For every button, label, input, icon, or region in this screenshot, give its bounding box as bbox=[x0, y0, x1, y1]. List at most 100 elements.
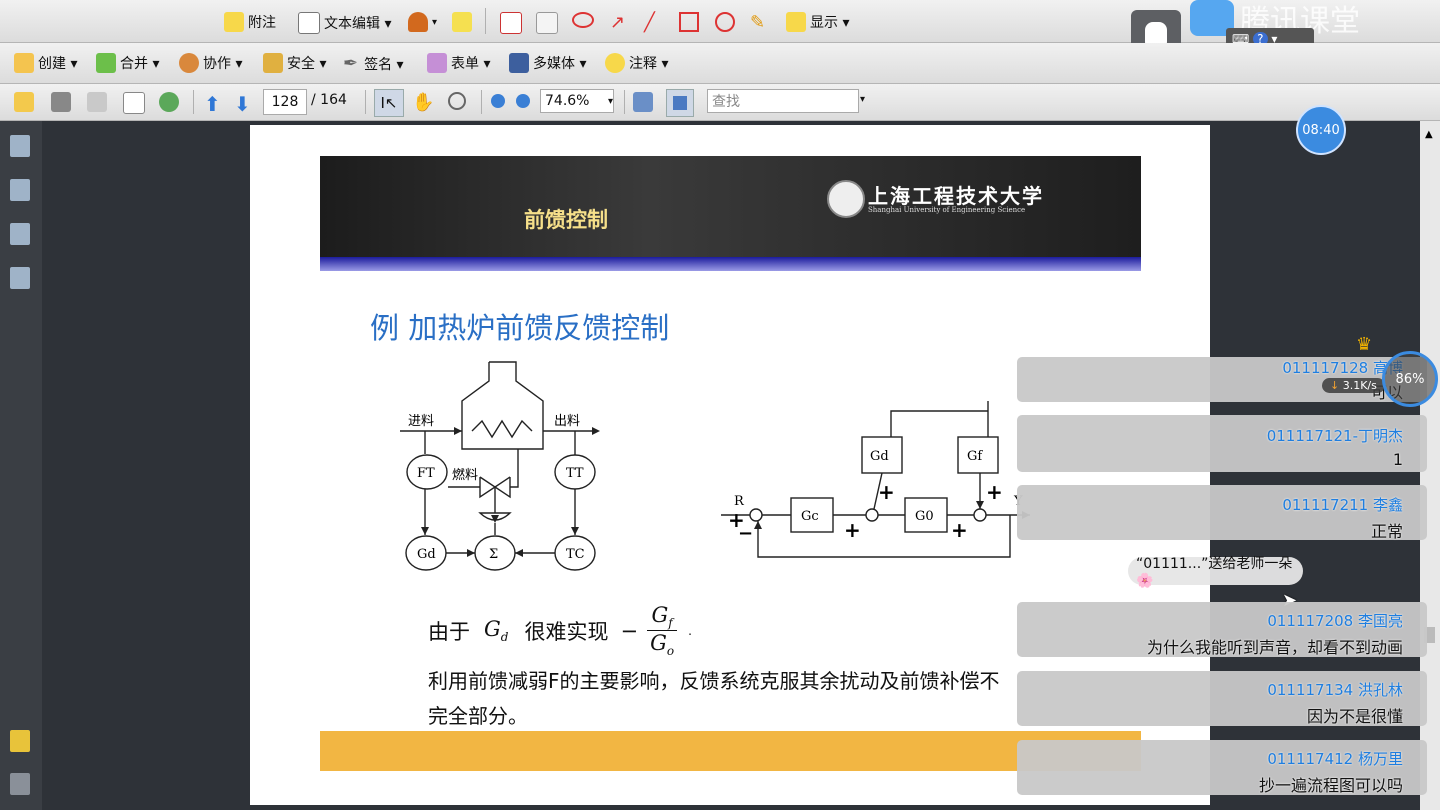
download-icon: ↓ bbox=[1330, 379, 1343, 392]
collaborate-button[interactable]: 协作 ▾ bbox=[179, 53, 242, 73]
chevron-down-icon: ▾ bbox=[607, 95, 613, 107]
svg-text:+: + bbox=[878, 480, 895, 504]
display-button[interactable]: 显示 ▾ bbox=[786, 12, 849, 32]
sticky-note-icon bbox=[224, 12, 244, 32]
fit-width-icon bbox=[673, 96, 687, 110]
feed-in-label: 进料 bbox=[408, 414, 434, 429]
fit-page-icon bbox=[633, 92, 653, 112]
network-percent-badge: 86% bbox=[1382, 351, 1438, 407]
comments-button[interactable]: 注释 ▾ bbox=[605, 53, 668, 73]
page-number-input[interactable]: 128 bbox=[263, 89, 307, 115]
rectangle-icon bbox=[679, 12, 699, 32]
university-name: 上海工程技术大学 bbox=[868, 184, 1044, 208]
cloud-button[interactable] bbox=[572, 12, 598, 28]
ft-label: FT bbox=[417, 466, 435, 481]
print-button[interactable] bbox=[51, 92, 75, 112]
security-button[interactable]: 安全 ▾ bbox=[263, 53, 326, 73]
gd-left-label: Gd bbox=[417, 547, 436, 562]
zoom-in-icon bbox=[516, 94, 530, 108]
next-page-button[interactable]: ⬇ bbox=[234, 92, 251, 116]
share-button[interactable] bbox=[159, 92, 183, 112]
search-input[interactable]: 查找 bbox=[707, 89, 859, 113]
tc-label: TC bbox=[566, 547, 585, 562]
textbox-button[interactable] bbox=[536, 12, 562, 34]
comments-icon bbox=[605, 53, 625, 73]
tt-label: TT bbox=[566, 466, 584, 481]
comment-button[interactable]: 附注 bbox=[224, 12, 276, 32]
rectangle-button[interactable] bbox=[679, 12, 703, 32]
layers-icon[interactable] bbox=[10, 267, 30, 289]
display-icon bbox=[786, 12, 806, 32]
arrow-icon: ↗ bbox=[610, 12, 626, 33]
line-button[interactable]: ╱ bbox=[644, 12, 655, 33]
select-tool-button[interactable]: I↖ bbox=[374, 89, 404, 117]
email-button[interactable] bbox=[123, 92, 149, 114]
explanation-line-1: 利用前馈减弱F的主要影响，反馈系统克服其余扰动及前馈补偿不 bbox=[428, 669, 1000, 693]
zoom-tool-button[interactable] bbox=[448, 92, 470, 110]
scroll-up-icon[interactable]: ▲ bbox=[1425, 129, 1433, 140]
pages-icon[interactable] bbox=[10, 135, 30, 157]
lock-icon bbox=[263, 53, 283, 73]
bookmarks-icon[interactable] bbox=[10, 179, 30, 201]
collaborate-icon bbox=[179, 53, 199, 73]
sign-button[interactable]: ✒ 签名 ▾ bbox=[343, 53, 404, 74]
stamp-button[interactable]: ▾ bbox=[408, 12, 437, 32]
gd-symbol: Gd bbox=[484, 617, 509, 645]
explanation-line-2: 完全部分。 bbox=[428, 704, 528, 728]
class-timer: 08:40 bbox=[1296, 105, 1346, 155]
network-speed: ↓ 3.1K/s bbox=[1322, 378, 1385, 393]
prev-page-button[interactable]: ⬆ bbox=[204, 92, 221, 116]
hand-tool-icon: ✋ bbox=[412, 92, 435, 113]
create-icon bbox=[14, 53, 34, 73]
merge-button[interactable]: 合并 ▾ bbox=[96, 53, 159, 73]
open-button[interactable] bbox=[14, 92, 38, 112]
hand-tool-button[interactable]: ✋ bbox=[412, 92, 434, 113]
slide-title: 前馈控制 bbox=[524, 208, 608, 232]
svg-text:+: + bbox=[951, 518, 968, 542]
line-icon: ╱ bbox=[644, 12, 655, 33]
search-options-button[interactable]: ▾ bbox=[860, 94, 865, 105]
feed-out-label: 出料 bbox=[554, 414, 580, 429]
zoom-in-button[interactable] bbox=[516, 94, 530, 108]
comments-panel-icon[interactable] bbox=[10, 730, 30, 752]
banner-strip bbox=[320, 257, 1141, 271]
svg-text:+: + bbox=[844, 518, 861, 542]
attachment-icon[interactable] bbox=[10, 773, 30, 795]
pencil-button[interactable]: ✎ bbox=[750, 12, 765, 33]
university-seal-icon bbox=[827, 180, 865, 218]
zoom-out-button[interactable] bbox=[491, 94, 505, 108]
svg-text:−: − bbox=[738, 523, 753, 544]
arrow-button[interactable]: ↗ bbox=[610, 12, 625, 33]
save-icon bbox=[87, 92, 107, 112]
callout-button[interactable] bbox=[500, 12, 526, 34]
mail-icon bbox=[123, 92, 145, 114]
callout-icon bbox=[500, 12, 522, 34]
gift-notification: “01111...”送给老师一朵🌸 bbox=[1128, 556, 1303, 589]
forms-button[interactable]: 表单 ▾ bbox=[427, 53, 490, 73]
fuel-label: 燃料 bbox=[452, 467, 478, 483]
zoom-level-select[interactable]: 74.6% ▾ bbox=[540, 89, 614, 113]
textbox-icon bbox=[536, 12, 558, 34]
example-title: 例 加热炉前馈反馈控制 bbox=[370, 311, 670, 345]
multimedia-button[interactable]: 多媒体 ▾ bbox=[509, 53, 586, 73]
cursor-icon: I↖ bbox=[380, 94, 398, 112]
toolbar-navigation-row: ⬆ ⬇ 128 / 164 I↖ ✋ 74.6% ▾ 查找 ▾ bbox=[0, 84, 1440, 121]
chat-message-4: 011117208 李国亮 为什么我能听到声音，却看不到动画 bbox=[1017, 602, 1427, 657]
oval-button[interactable] bbox=[715, 12, 739, 32]
magnifier-icon bbox=[448, 92, 466, 110]
pen-icon: ✒ bbox=[343, 53, 359, 74]
fit-page-button[interactable] bbox=[633, 92, 657, 112]
create-button[interactable]: 创建 ▾ bbox=[14, 53, 77, 73]
chat-message-6: 011117412 杨万里 抄一遍流程图可以吗 bbox=[1017, 740, 1427, 795]
r-label: R bbox=[734, 494, 745, 509]
formula-line: 由于 Gd 很难实现 − Gf Go . bbox=[428, 603, 692, 659]
highlight-button[interactable] bbox=[452, 12, 476, 32]
gd-block-label: Gd bbox=[870, 449, 889, 464]
navigation-sidebar bbox=[0, 121, 42, 810]
cloud-icon bbox=[572, 12, 594, 28]
zoom-out-icon bbox=[491, 94, 505, 108]
save-button[interactable] bbox=[87, 92, 111, 112]
text-edit-button[interactable]: 文本编辑 ▾ bbox=[298, 12, 391, 34]
signatures-icon[interactable] bbox=[10, 223, 30, 245]
fit-width-button[interactable] bbox=[666, 89, 694, 117]
